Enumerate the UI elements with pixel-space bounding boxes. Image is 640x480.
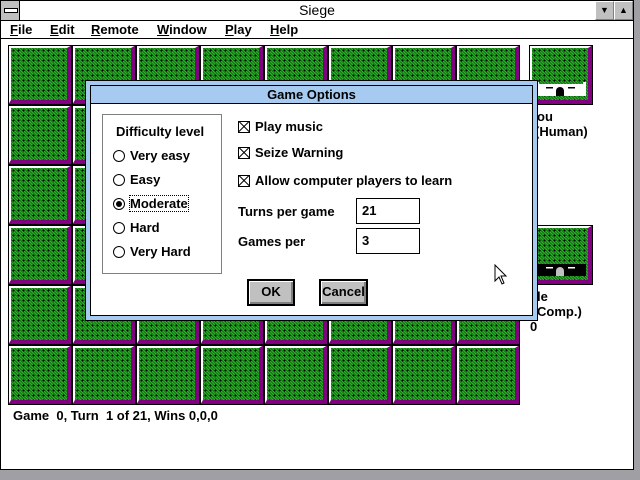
player-score: 0 <box>530 319 538 334</box>
checkbox-allow-learn[interactable]: Allow computer players to learn <box>238 173 452 188</box>
board-tile[interactable] <box>8 225 72 285</box>
radio-very-hard[interactable]: Very Hard <box>113 244 191 259</box>
games-per-label: Games per <box>238 234 306 249</box>
menu-file[interactable]: File <box>10 22 32 37</box>
radio-very-easy[interactable]: Very easy <box>113 148 190 163</box>
board-tile[interactable] <box>456 345 520 405</box>
radio-label: Very Hard <box>130 244 191 259</box>
cancel-button[interactable]: Cancel <box>319 279 368 306</box>
checkbox-label: Allow computer players to learn <box>255 173 453 188</box>
menu-play[interactable]: Play <box>225 22 252 37</box>
checkbox-checked-icon <box>238 120 250 133</box>
maximize-icon: ▲ <box>619 5 628 15</box>
mouse-cursor-icon <box>494 264 508 285</box>
game-options-dialog: Game Options Difficulty level Very easy … <box>85 80 538 321</box>
board-tile[interactable] <box>328 345 392 405</box>
radio-label: Easy <box>130 172 161 187</box>
radio-label: Moderate <box>129 195 189 212</box>
radio-icon <box>113 173 125 186</box>
ok-button[interactable]: OK <box>247 279 295 306</box>
white-castle-icon <box>536 82 586 96</box>
difficulty-label: Difficulty level <box>116 124 205 139</box>
player-castle-tile-computer <box>529 225 593 285</box>
radio-icon <box>113 245 125 258</box>
menu-bar: File Edit Remote Window Play Help <box>1 21 633 39</box>
radio-moderate[interactable]: Moderate <box>113 195 189 212</box>
difficulty-group: Difficulty level Very easy Easy Moderate… <box>102 114 222 274</box>
player-type: (Human) <box>535 124 588 139</box>
black-castle-icon <box>536 264 586 276</box>
checkbox-play-music[interactable]: Play music <box>238 119 323 134</box>
checkbox-label: Play music <box>255 119 323 134</box>
radio-selected-icon <box>113 197 125 210</box>
board-tile[interactable] <box>200 345 264 405</box>
checkbox-label: Seize Warning <box>255 145 344 160</box>
board-tile[interactable] <box>8 345 72 405</box>
menu-remote[interactable]: Remote <box>91 22 139 37</box>
board-tile[interactable] <box>72 345 136 405</box>
player-castle-tile-human <box>529 45 593 105</box>
turns-per-game-input[interactable]: 21 <box>356 198 420 224</box>
radio-easy[interactable]: Easy <box>113 172 160 187</box>
menu-help[interactable]: Help <box>270 22 298 37</box>
minimize-button[interactable]: ▼ <box>595 1 614 20</box>
board-tile[interactable] <box>264 345 328 405</box>
checkbox-checked-icon <box>238 174 250 187</box>
board-tile[interactable] <box>8 105 72 165</box>
dialog-title: Game Options <box>91 86 532 104</box>
board-tile[interactable] <box>8 165 72 225</box>
system-menu-button[interactable] <box>1 1 20 20</box>
games-per-input[interactable]: 3 <box>356 228 420 254</box>
menu-window[interactable]: Window <box>157 22 207 37</box>
player-name: le <box>537 289 548 304</box>
radio-hard[interactable]: Hard <box>113 220 160 235</box>
radio-label: Very easy <box>130 148 191 163</box>
board-tile[interactable] <box>8 285 72 345</box>
radio-icon <box>113 221 125 234</box>
minimize-icon: ▼ <box>600 5 609 15</box>
window-title: Siege <box>299 2 335 18</box>
player-name: ou <box>537 109 553 124</box>
title-bar: Siege ▼ ▲ <box>1 1 633 21</box>
board-tile[interactable] <box>392 345 456 405</box>
turns-per-game-label: Turns per game <box>238 204 335 219</box>
radio-icon <box>113 149 125 162</box>
player-type: Comp.) <box>537 304 582 319</box>
maximize-button[interactable]: ▲ <box>614 1 633 20</box>
menu-edit[interactable]: Edit <box>50 22 75 37</box>
status-line: Game 0, Turn 1 of 21, Wins 0,0,0 <box>13 408 218 423</box>
board-tile[interactable] <box>8 45 72 105</box>
radio-label: Hard <box>130 220 160 235</box>
board-tile[interactable] <box>136 345 200 405</box>
checkbox-checked-icon <box>238 146 250 159</box>
checkbox-seize-warning[interactable]: Seize Warning <box>238 145 343 160</box>
